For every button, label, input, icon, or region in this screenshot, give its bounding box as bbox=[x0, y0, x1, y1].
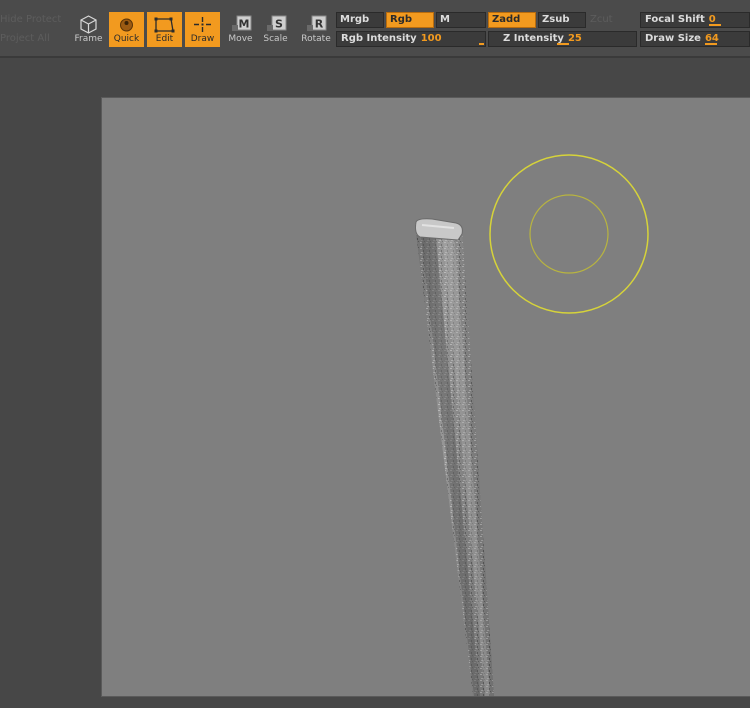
rgb-intensity-indicator bbox=[479, 43, 484, 45]
quick-button[interactable]: Quick bbox=[109, 12, 144, 47]
zsub-button[interactable]: Zsub bbox=[538, 12, 586, 28]
scale-letter: S bbox=[275, 18, 283, 31]
rotate-label: Rotate bbox=[301, 34, 331, 44]
frame-button[interactable]: Frame bbox=[71, 12, 106, 47]
scale-label: Scale bbox=[263, 34, 288, 44]
rgb-intensity-value: 100 bbox=[420, 33, 442, 44]
quick-label: Quick bbox=[113, 34, 140, 44]
move-button[interactable]: M Move bbox=[223, 12, 258, 47]
rgb-intensity-label: Rgb Intensity bbox=[341, 33, 417, 44]
scale-s-icon: S bbox=[267, 15, 287, 31]
sculpted-mesh bbox=[415, 218, 494, 696]
edit-label: Edit bbox=[155, 34, 174, 44]
edit-box-icon bbox=[154, 17, 175, 33]
brush-cursor bbox=[489, 154, 649, 314]
move-letter: M bbox=[239, 18, 250, 31]
rotate-r-icon: R bbox=[307, 15, 327, 31]
rotate-letter: R bbox=[315, 18, 324, 31]
scale-button[interactable]: S Scale bbox=[258, 12, 293, 47]
mrgb-button[interactable]: Mrgb bbox=[336, 12, 384, 28]
z-intensity-indicator bbox=[557, 43, 569, 45]
z-intensity-label: Z Intensity bbox=[503, 33, 564, 44]
viewport-scene bbox=[415, 154, 649, 696]
z-intensity-slider[interactable]: Z Intensity 25 bbox=[488, 31, 637, 47]
toolbar-separator bbox=[0, 56, 750, 58]
rgb-intensity-slider[interactable]: Rgb Intensity 100 bbox=[336, 31, 486, 47]
cube-frame-icon bbox=[80, 15, 97, 34]
document-canvas[interactable] bbox=[102, 98, 750, 696]
draw-label: Draw bbox=[190, 34, 215, 44]
ghost-label-bottom: Project All bbox=[0, 33, 50, 44]
focal-shift-label: Focal Shift bbox=[645, 14, 705, 25]
m-button[interactable]: M bbox=[436, 12, 486, 28]
top-toolbar: Hide Protect Project All Frame Quick Edi… bbox=[0, 0, 750, 57]
focal-shift-indicator bbox=[709, 24, 721, 26]
draw-crosshair-icon bbox=[194, 17, 211, 32]
draw-size-label: Draw Size bbox=[645, 33, 701, 44]
frame-label: Frame bbox=[74, 34, 103, 44]
rgb-button[interactable]: Rgb bbox=[386, 12, 434, 28]
zadd-button[interactable]: Zadd bbox=[488, 12, 536, 28]
zcut-ghost-button: Zcut bbox=[590, 14, 613, 25]
ghost-label-top: Hide Protect bbox=[0, 14, 62, 25]
focal-shift-slider[interactable]: Focal Shift 0 bbox=[640, 12, 750, 28]
edit-button[interactable]: Edit bbox=[147, 12, 182, 47]
move-label: Move bbox=[228, 34, 253, 44]
move-m-icon: M bbox=[232, 15, 252, 31]
draw-size-slider[interactable]: Draw Size 64 bbox=[640, 31, 750, 47]
rotate-button[interactable]: R Rotate bbox=[298, 12, 334, 47]
draw-button[interactable]: Draw bbox=[185, 12, 220, 47]
draw-size-indicator bbox=[705, 43, 717, 45]
quick-sketch-icon bbox=[120, 18, 133, 32]
z-intensity-value: 25 bbox=[567, 33, 582, 44]
